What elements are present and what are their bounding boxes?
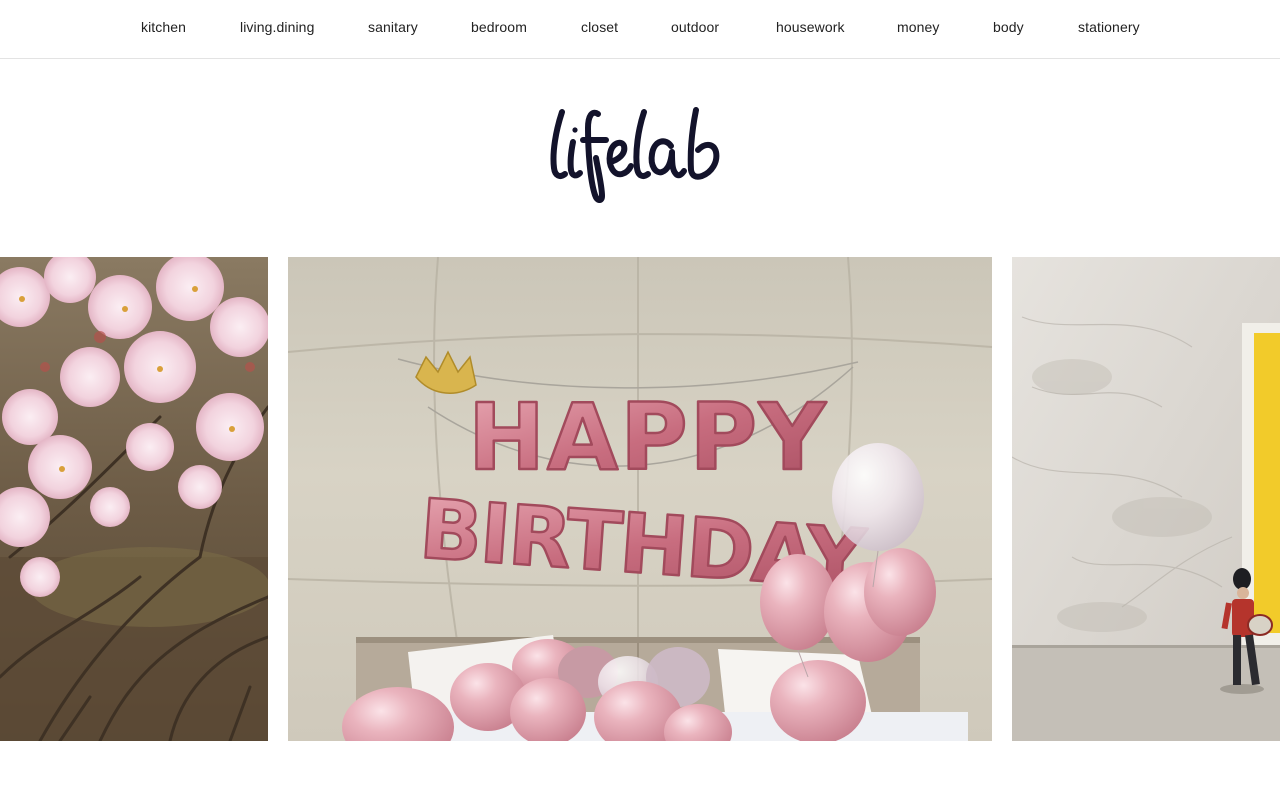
nav-item-living-dining[interactable]: living.dining <box>240 19 314 35</box>
slide-cherry-blossoms[interactable] <box>0 257 268 741</box>
nav-item-kitchen[interactable]: kitchen <box>141 19 186 35</box>
nav-item-housework[interactable]: housework <box>776 19 845 35</box>
nav-item-outdoor[interactable]: outdoor <box>671 19 719 35</box>
site-logo[interactable] <box>540 100 740 210</box>
category-nav-list: kitchen living.dining sanitary bedroom c… <box>0 0 1280 58</box>
birthday-balloons-photo: HAPPY BIRTHDAY <box>288 257 992 741</box>
banner-happy: HAPPY <box>468 384 828 491</box>
nav-item-stationery[interactable]: stationery <box>1078 19 1140 35</box>
toy-soldier-photo <box>1012 257 1280 741</box>
nav-item-closet[interactable]: closet <box>581 19 618 35</box>
nav-item-money[interactable]: money <box>897 19 940 35</box>
lifelab-wordmark-logo <box>550 107 720 203</box>
nav-item-sanitary[interactable]: sanitary <box>368 19 418 35</box>
slide-toy-soldier[interactable] <box>1012 257 1280 741</box>
nav-item-body[interactable]: body <box>993 19 1024 35</box>
hero-image-slider[interactable]: HAPPY BIRTHDAY <box>0 257 1280 741</box>
cherry-blossom-photo <box>0 257 268 741</box>
slide-birthday-balloons[interactable]: HAPPY BIRTHDAY <box>288 257 992 741</box>
nav-item-bedroom[interactable]: bedroom <box>471 19 527 35</box>
category-nav: kitchen living.dining sanitary bedroom c… <box>0 0 1280 59</box>
